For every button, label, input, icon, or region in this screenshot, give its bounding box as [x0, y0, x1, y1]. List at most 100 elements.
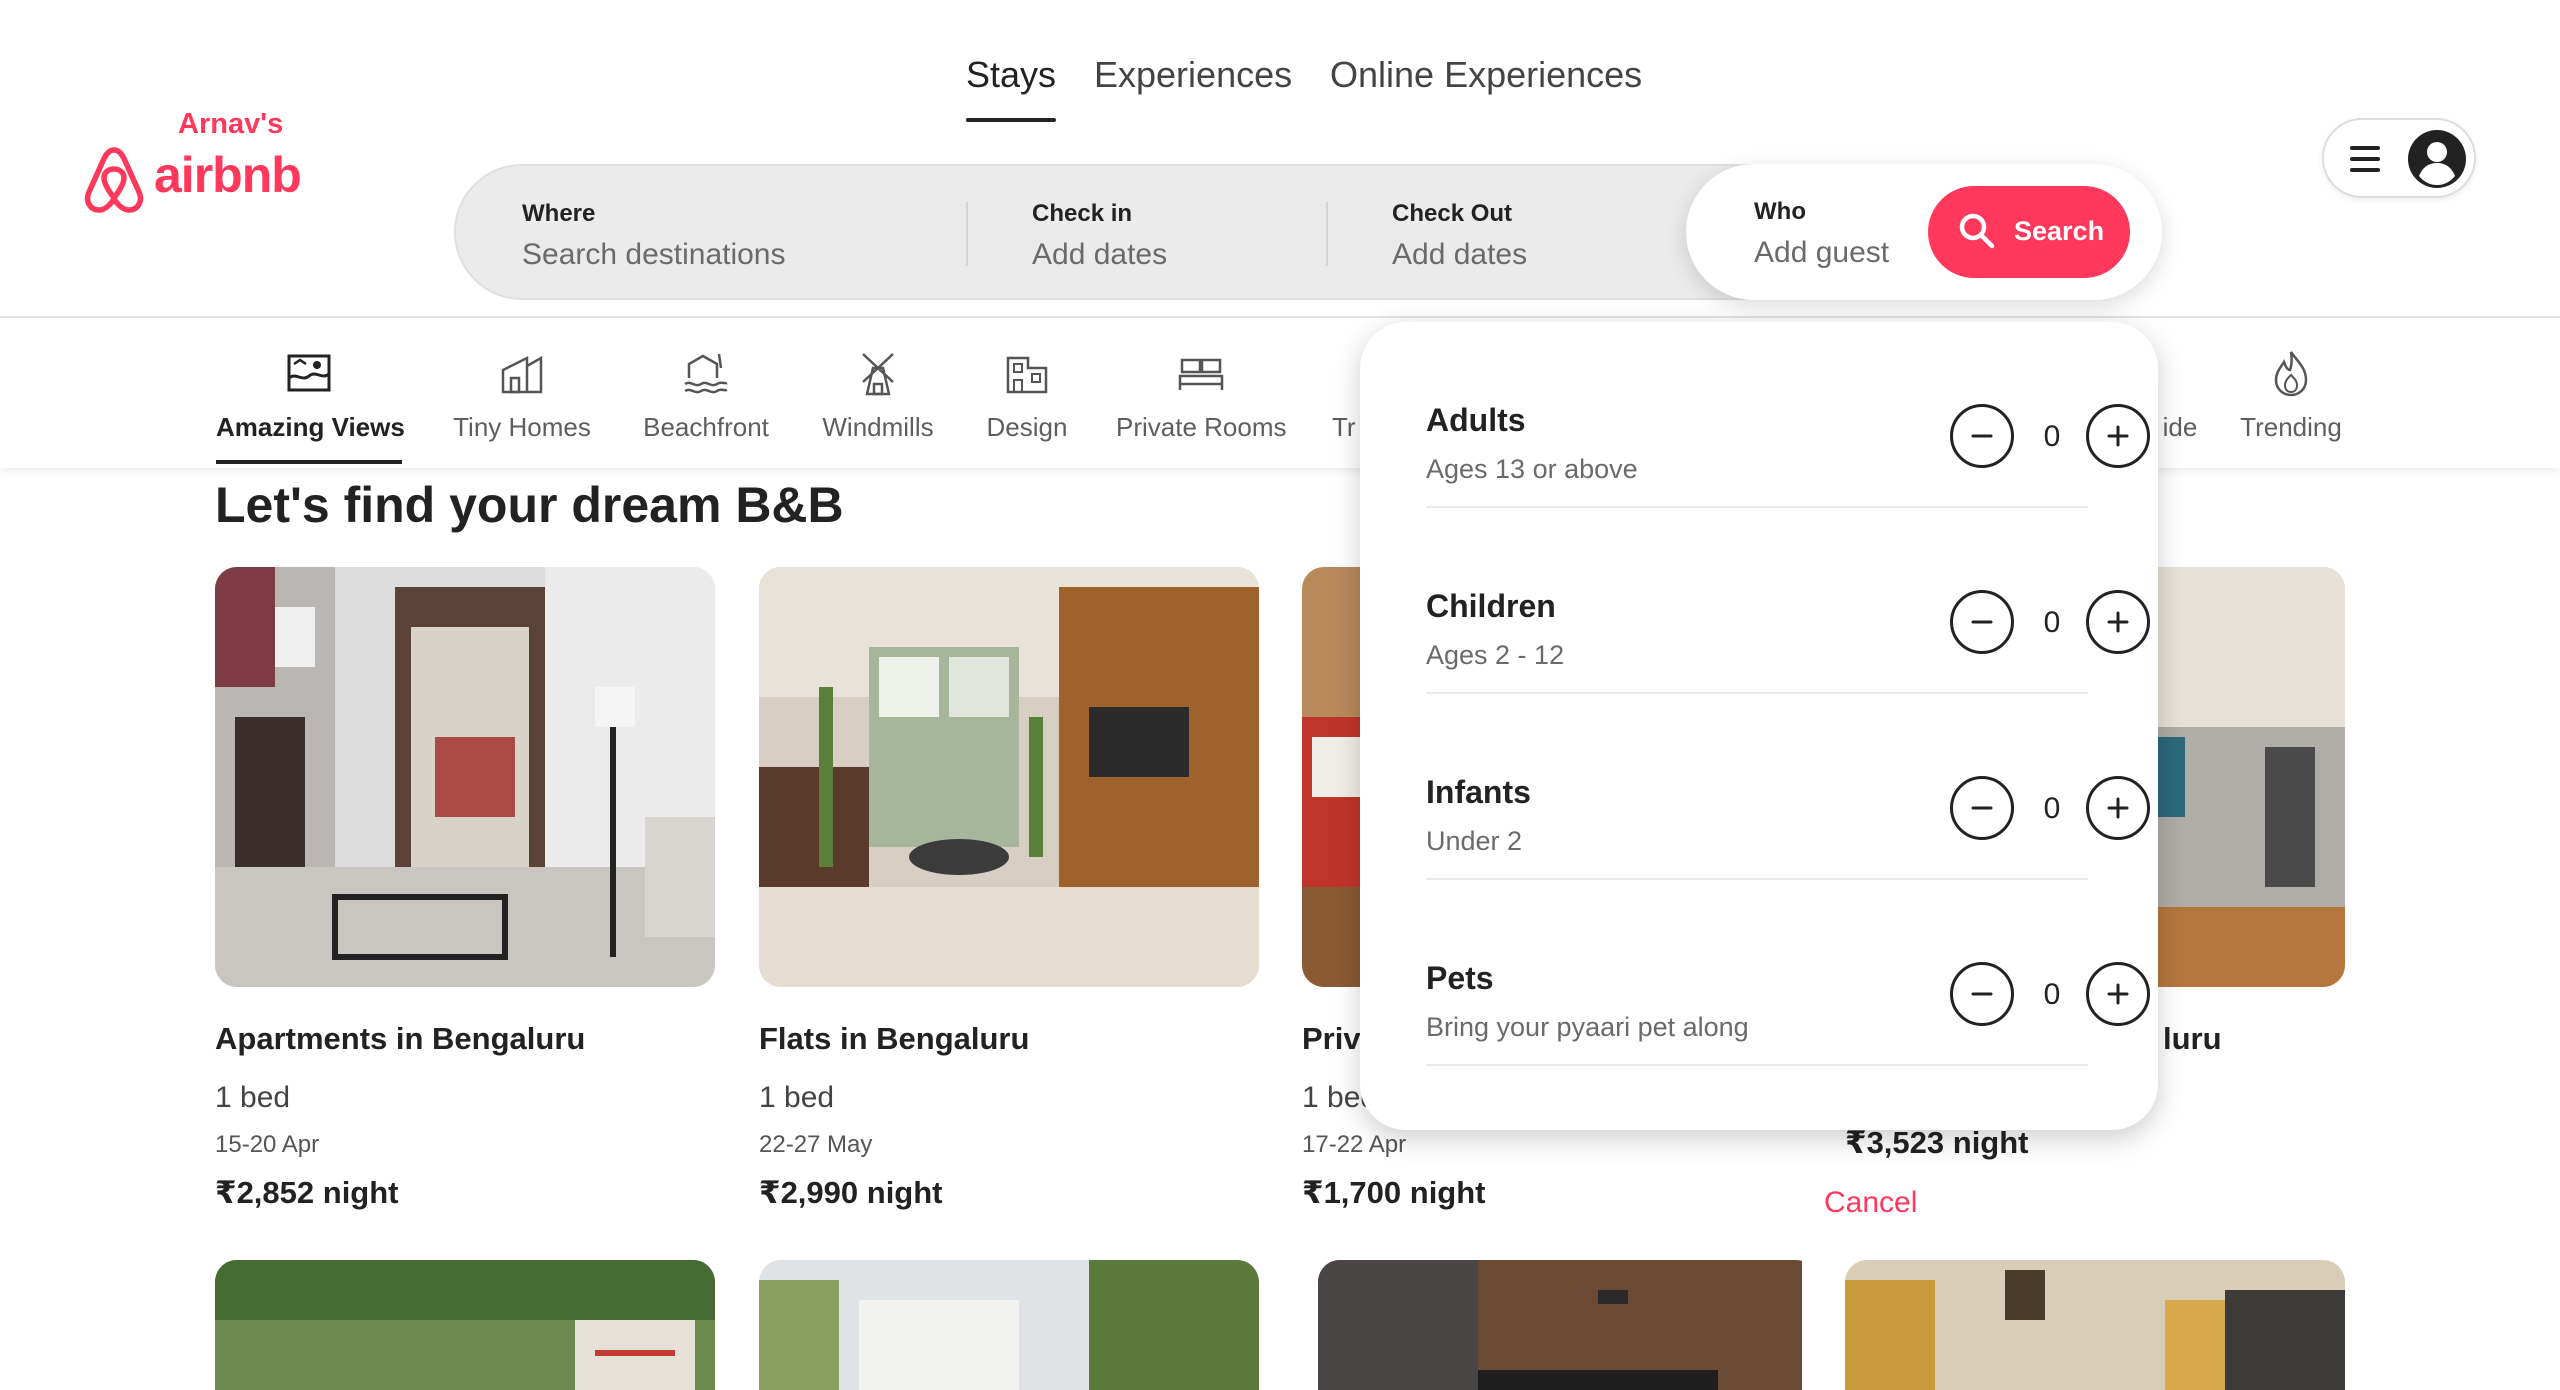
listing-price: ₹2,852 night	[215, 1175, 399, 1210]
listing-photo-image	[759, 567, 1259, 987]
listing-title: Flats in Bengaluru	[759, 1021, 1030, 1056]
plus-icon	[2107, 983, 2129, 1005]
listing-dates: 15-20 Apr	[215, 1131, 320, 1158]
search-divider	[966, 202, 968, 266]
category-bar: Amazing Views Tiny Homes Beachfront Wind…	[0, 320, 2560, 468]
listing-card[interactable]: Flats in Bengaluru 1 bed 22-27 May ₹2,99…	[759, 567, 1259, 1211]
where-input[interactable]: Search destinations	[522, 238, 786, 272]
guest-row-subtitle: Bring your pyaari pet along	[1426, 1012, 1749, 1042]
tab-stays[interactable]: Stays	[966, 54, 1057, 122]
listing-price: ₹1,700 night	[1302, 1175, 1486, 1210]
private-rooms-icon	[1178, 358, 1224, 390]
guest-row-title: Infants	[1426, 774, 1531, 810]
listing-photo-image	[215, 1260, 715, 1390]
check-out-label: Check Out	[1392, 200, 1513, 227]
check-out-value: Add dates	[1392, 238, 1528, 271]
guest-row-infants: Infants Under 2 0	[1426, 694, 2150, 880]
category-private-rooms[interactable]: Private Rooms	[1116, 348, 1287, 443]
guest-count: 0	[2043, 978, 2061, 1011]
guest-row-children: Children Ages 2 - 12 0	[1426, 508, 2150, 694]
increment-button[interactable]	[2086, 776, 2150, 840]
design-icon	[1006, 356, 1048, 394]
guest-selector-panel: Adults Ages 13 or above 0 Children Ages …	[1360, 322, 2158, 1130]
listing-photo[interactable]	[215, 1260, 715, 1390]
listing-price: ₹2,990 night	[759, 1175, 943, 1210]
guest-row-subtitle: Ages 2 - 12	[1426, 640, 1565, 670]
category-label: Design	[986, 412, 1068, 442]
guest-count: 0	[2043, 420, 2061, 453]
guest-count: 0	[2043, 606, 2061, 639]
plus-icon	[2107, 797, 2129, 819]
user-menu-button[interactable]	[2322, 118, 2476, 198]
increment-button[interactable]	[2086, 590, 2150, 654]
page-title: Let's find your dream B&B	[215, 477, 844, 533]
where-field[interactable]: Where Search destinations	[522, 200, 786, 272]
listing-beds: 1 bed	[759, 1081, 835, 1114]
listing-photo-image	[1318, 1260, 1802, 1390]
tab-online-experiences[interactable]: Online Experiences	[1330, 54, 1642, 96]
minus-icon	[1971, 620, 1993, 624]
decrement-button[interactable]	[1950, 404, 2014, 468]
who-value: Add guest	[1754, 236, 1890, 269]
tab-experiences[interactable]: Experiences	[1094, 54, 1292, 96]
guest-row-pets: Pets Bring your pyaari pet along 0	[1426, 880, 2150, 1066]
plus-icon	[2107, 425, 2129, 447]
listing-title: Apartments in Bengaluru	[215, 1021, 586, 1056]
beachfront-icon	[684, 353, 728, 394]
decrement-button[interactable]	[1950, 962, 2014, 1026]
trending-icon	[2274, 351, 2308, 397]
search-button[interactable]: Search	[1928, 186, 2130, 278]
amazing-views-icon	[287, 354, 331, 392]
category-label: Tiny Homes	[453, 412, 591, 442]
minus-icon	[1971, 806, 1993, 810]
guest-row-adults: Adults Ages 13 or above 0	[1426, 322, 2150, 508]
brand-owner: Arnav's	[178, 108, 284, 140]
guest-row-title: Pets	[1426, 960, 1494, 996]
who-label: Who	[1754, 198, 1806, 225]
listing-photo[interactable]	[759, 1260, 1259, 1390]
brand-wordmark: airbnb	[154, 147, 302, 203]
user-avatar-icon	[2408, 130, 2466, 188]
category-tiny-homes[interactable]: Tiny Homes	[450, 348, 594, 443]
listing-photo-image	[1845, 1260, 2345, 1390]
category-label: ide	[2162, 412, 2198, 442]
minus-icon	[1971, 992, 1993, 996]
increment-button[interactable]	[2086, 962, 2150, 1026]
increment-button[interactable]	[2086, 404, 2150, 468]
search-icon	[1959, 213, 1995, 249]
search-button-label: Search	[2014, 216, 2105, 246]
listing-photo[interactable]	[215, 567, 715, 987]
brand-logo[interactable]: Arnav's airbnb	[82, 108, 302, 218]
search-divider	[1326, 202, 1328, 266]
decrement-button[interactable]	[1950, 776, 2014, 840]
minus-icon	[1971, 434, 1993, 438]
category-design[interactable]: Design	[984, 348, 1070, 443]
category-windmills[interactable]: Windmills	[818, 348, 938, 443]
listing-photo-image	[215, 567, 715, 987]
category-partial-right[interactable]: ide	[2150, 348, 2210, 443]
guest-row-subtitle: Under 2	[1426, 826, 1523, 856]
check-in-value: Add dates	[1032, 238, 1168, 271]
category-amazing-views[interactable]: Amazing Views	[216, 348, 405, 464]
where-label: Where	[522, 200, 596, 227]
listing-dates: 17-22 Apr	[1302, 1131, 1407, 1158]
listing-card[interactable]: Apartments in Bengaluru 1 bed 15-20 Apr …	[215, 567, 715, 1211]
listing-photo-image	[759, 1260, 1259, 1390]
guest-row-title: Adults	[1426, 402, 1526, 438]
category-label: Private Rooms	[1116, 412, 1287, 442]
tiny-homes-icon	[501, 355, 543, 394]
decrement-button[interactable]	[1950, 590, 2014, 654]
search-bar: Where Search destinations Check in Add d…	[454, 164, 2162, 300]
listing-photo[interactable]	[759, 567, 1259, 987]
listing-photo[interactable]	[1318, 1260, 1818, 1390]
check-in-field[interactable]: Check in Add dates	[1032, 200, 1167, 272]
guest-row-title: Children	[1426, 588, 1556, 624]
category-beachfront[interactable]: Beachfront	[640, 348, 772, 443]
check-in-label: Check in	[1032, 200, 1133, 227]
category-trending[interactable]: Trending	[2238, 348, 2344, 443]
cancel-button[interactable]: Cancel	[1824, 1186, 1917, 1220]
listing-dates: 22-27 May	[759, 1131, 873, 1158]
check-out-field[interactable]: Check Out Add dates	[1392, 200, 1527, 272]
listing-photo[interactable]	[1845, 1260, 2345, 1390]
page: Arnav's airbnb Stays Experiences Online …	[0, 0, 2560, 1390]
